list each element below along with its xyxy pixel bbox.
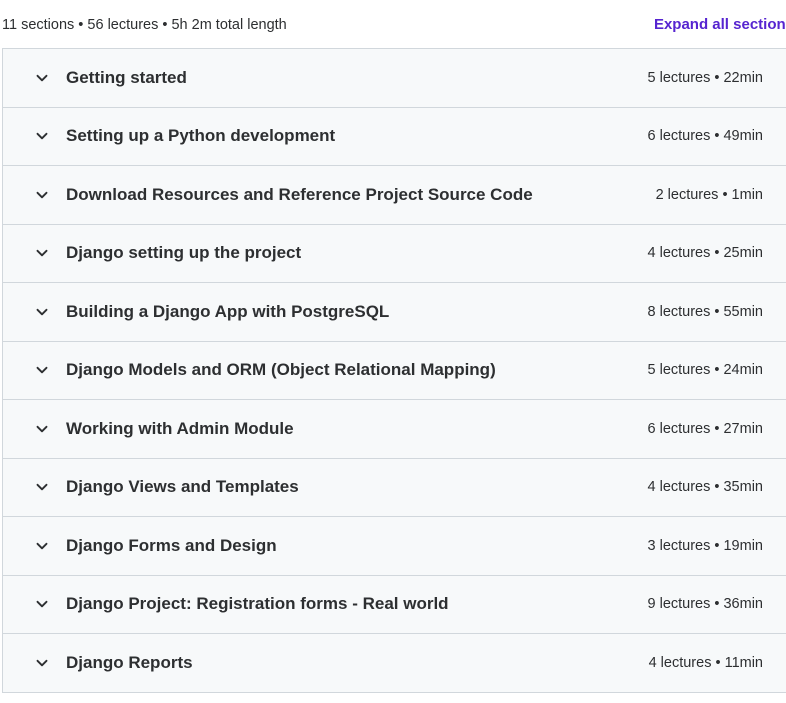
section-header[interactable]: Working with Admin Module 6 lectures • 2… xyxy=(3,400,786,459)
course-summary-row: 11 sections • 56 lectures • 5h 2m total … xyxy=(0,0,786,48)
chevron-down-icon xyxy=(35,363,49,377)
section-header[interactable]: Django Forms and Design 3 lectures • 19m… xyxy=(3,517,786,576)
section-meta: 9 lectures • 36min xyxy=(647,596,764,613)
section-meta: 8 lectures • 55min xyxy=(647,303,764,320)
section-header[interactable]: Django Models and ORM (Object Relational… xyxy=(3,341,786,400)
section-meta: 3 lectures • 19min xyxy=(647,537,764,554)
section-list: Getting started 5 lectures • 22min Setti… xyxy=(2,48,786,693)
chevron-down-icon xyxy=(35,656,49,670)
section-title: Django setting up the project xyxy=(66,243,302,263)
section-title: Django Forms and Design xyxy=(66,535,277,555)
section-header[interactable]: Django Project: Registration forms - Rea… xyxy=(3,575,786,634)
course-summary: 11 sections • 56 lectures • 5h 2m total … xyxy=(2,17,287,33)
section-meta: 4 lectures • 25min xyxy=(647,245,764,262)
chevron-down-icon xyxy=(35,597,49,611)
section-title: Django Reports xyxy=(66,652,193,672)
chevron-down-icon xyxy=(35,480,49,494)
section-meta: 5 lectures • 24min xyxy=(647,362,764,379)
section-meta: 6 lectures • 49min xyxy=(647,128,764,145)
course-content-panel: 11 sections • 56 lectures • 5h 2m total … xyxy=(0,0,786,703)
chevron-down-icon xyxy=(35,188,49,202)
section-header[interactable]: Django Views and Templates 4 lectures • … xyxy=(3,458,786,517)
section-meta: 6 lectures • 27min xyxy=(647,420,764,437)
chevron-down-icon xyxy=(35,305,49,319)
chevron-down-icon xyxy=(35,246,49,260)
section-title: Setting up a Python development xyxy=(66,126,336,146)
section-title: Django Project: Registration forms - Rea… xyxy=(66,594,449,614)
section-title: Django Models and ORM (Object Relational… xyxy=(66,360,496,380)
expand-all-sections-button[interactable]: Expand all sections xyxy=(654,16,786,33)
section-header[interactable]: Getting started 5 lectures • 22min xyxy=(3,49,786,108)
section-title: Getting started xyxy=(66,67,187,87)
section-header[interactable]: Building a Django App with PostgreSQL 8 … xyxy=(3,283,786,342)
chevron-down-icon xyxy=(35,539,49,553)
section-meta: 4 lectures • 35min xyxy=(647,479,764,496)
section-title: Django Views and Templates xyxy=(66,477,299,497)
section-title: Working with Admin Module xyxy=(66,418,294,438)
section-meta: 4 lectures • 11min xyxy=(648,654,763,671)
section-meta: 5 lectures • 22min xyxy=(647,69,764,86)
section-header[interactable]: Setting up a Python development 6 lectur… xyxy=(3,107,786,166)
section-title: Building a Django App with PostgreSQL xyxy=(66,301,390,321)
chevron-down-icon xyxy=(35,422,49,436)
chevron-down-icon xyxy=(35,129,49,143)
section-header[interactable]: Django setting up the project 4 lectures… xyxy=(3,224,786,283)
section-meta: 2 lectures • 1min xyxy=(655,186,763,203)
chevron-down-icon xyxy=(35,71,49,85)
section-title: Download Resources and Reference Project… xyxy=(66,184,533,204)
section-header[interactable]: Django Reports 4 lectures • 11min xyxy=(3,634,786,693)
section-header[interactable]: Download Resources and Reference Project… xyxy=(3,166,786,225)
